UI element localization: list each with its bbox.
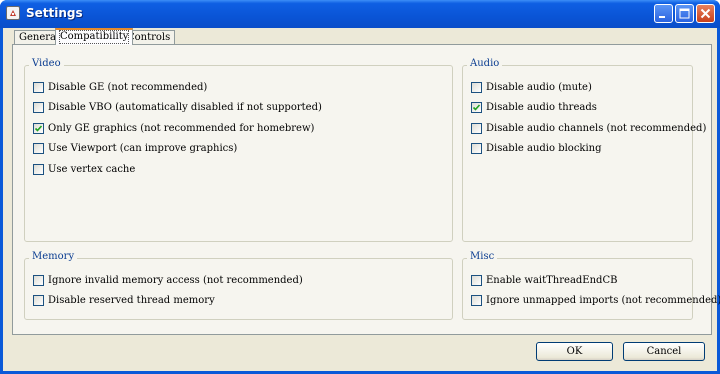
checkbox[interactable] xyxy=(33,81,44,93)
video-option-use-vertex-cache[interactable]: Use vertex cache xyxy=(33,162,135,176)
title-bar[interactable]: Settings xyxy=(0,0,720,28)
app-icon xyxy=(6,6,20,20)
checkbox[interactable] xyxy=(471,142,482,154)
video-group-title: Video xyxy=(29,58,64,69)
video-option-disable-ge[interactable]: Disable GE (not recommended) xyxy=(33,80,207,94)
tab-compatibility-label: Compatibility xyxy=(58,30,130,44)
option-label: Disable audio threads xyxy=(486,101,597,113)
minimize-icon xyxy=(659,16,665,18)
memory-option-ignore-invalid-access[interactable]: Ignore invalid memory access (not recomm… xyxy=(33,273,303,287)
option-label: Ignore unmapped imports (not recommended… xyxy=(486,294,720,306)
video-option-only-ge-graphics[interactable]: Only GE graphics (not recommended for ho… xyxy=(33,121,314,135)
memory-group-title: Memory xyxy=(29,251,78,262)
option-label: Only GE graphics (not recommended for ho… xyxy=(48,122,315,134)
checkbox[interactable] xyxy=(471,101,482,113)
misc-option-ignore-unmapped-imports[interactable]: Ignore unmapped imports (not recommended… xyxy=(471,293,720,307)
compatibility-panel: Video Disable GE (not recommended) Disab… xyxy=(12,44,720,335)
option-label: Use Viewport (can improve graphics) xyxy=(48,142,238,154)
settings-window: Settings General Compatibility Controls … xyxy=(0,0,720,374)
audio-option-disable-audio-blocking[interactable]: Disable audio blocking xyxy=(471,141,602,155)
audio-option-disable-audio-threads[interactable]: Disable audio threads xyxy=(471,100,597,114)
audio-option-disable-audio[interactable]: Disable audio (mute) xyxy=(471,80,592,94)
video-option-use-viewport[interactable]: Use Viewport (can improve graphics) xyxy=(33,141,237,155)
close-button[interactable] xyxy=(696,4,715,23)
misc-group: Misc Enable waitThreadEndCB Ignore unmap… xyxy=(462,251,720,320)
option-label: Disable GE (not recommended) xyxy=(48,81,208,93)
dialog-body: General Compatibility Controls Video Dis… xyxy=(3,28,720,371)
ok-button[interactable]: OK xyxy=(536,342,613,361)
checkbox[interactable] xyxy=(33,101,44,113)
cancel-button[interactable]: Cancel xyxy=(623,342,705,361)
window-title: Settings xyxy=(26,6,83,20)
audio-group-title: Audio xyxy=(467,58,503,69)
checkbox[interactable] xyxy=(33,294,44,306)
checkbox[interactable] xyxy=(471,122,482,134)
maximize-icon xyxy=(679,8,690,19)
tab-compatibility[interactable]: Compatibility xyxy=(55,28,134,45)
option-label: Use vertex cache xyxy=(48,163,136,175)
audio-group: Audio Disable audio (mute) Disable audio… xyxy=(462,58,706,242)
option-label: Disable audio blocking xyxy=(486,142,602,154)
checkbox[interactable] xyxy=(33,142,44,154)
checkbox[interactable] xyxy=(471,81,482,93)
option-label: Disable VBO (automatically disabled if n… xyxy=(48,101,322,113)
option-label: Ignore invalid memory access (not recomm… xyxy=(48,274,303,286)
maximize-button[interactable] xyxy=(675,4,694,23)
checkbox[interactable] xyxy=(33,122,44,134)
option-label: Disable audio channels (not recommended) xyxy=(486,122,707,134)
checkbox[interactable] xyxy=(471,274,482,286)
audio-option-disable-audio-channels[interactable]: Disable audio channels (not recommended) xyxy=(471,121,706,135)
video-group: Video Disable GE (not recommended) Disab… xyxy=(24,58,453,242)
misc-option-enable-waitthreadendcb[interactable]: Enable waitThreadEndCB xyxy=(471,273,617,287)
minimize-button[interactable] xyxy=(654,4,673,23)
option-label: Enable waitThreadEndCB xyxy=(486,274,618,286)
option-label: Disable reserved thread memory xyxy=(48,294,215,306)
close-icon xyxy=(700,8,711,19)
video-option-disable-vbo[interactable]: Disable VBO (automatically disabled if n… xyxy=(33,100,322,114)
memory-option-disable-reserved-thread-memory[interactable]: Disable reserved thread memory xyxy=(33,293,215,307)
checkbox[interactable] xyxy=(33,163,44,175)
checkbox[interactable] xyxy=(33,274,44,286)
tab-controls-label: Controls xyxy=(127,32,171,43)
memory-group: Memory Ignore invalid memory access (not… xyxy=(24,251,453,320)
checkbox[interactable] xyxy=(471,294,482,306)
misc-group-title: Misc xyxy=(467,251,498,262)
tab-general-label: General xyxy=(19,32,60,43)
option-label: Disable audio (mute) xyxy=(486,81,592,93)
